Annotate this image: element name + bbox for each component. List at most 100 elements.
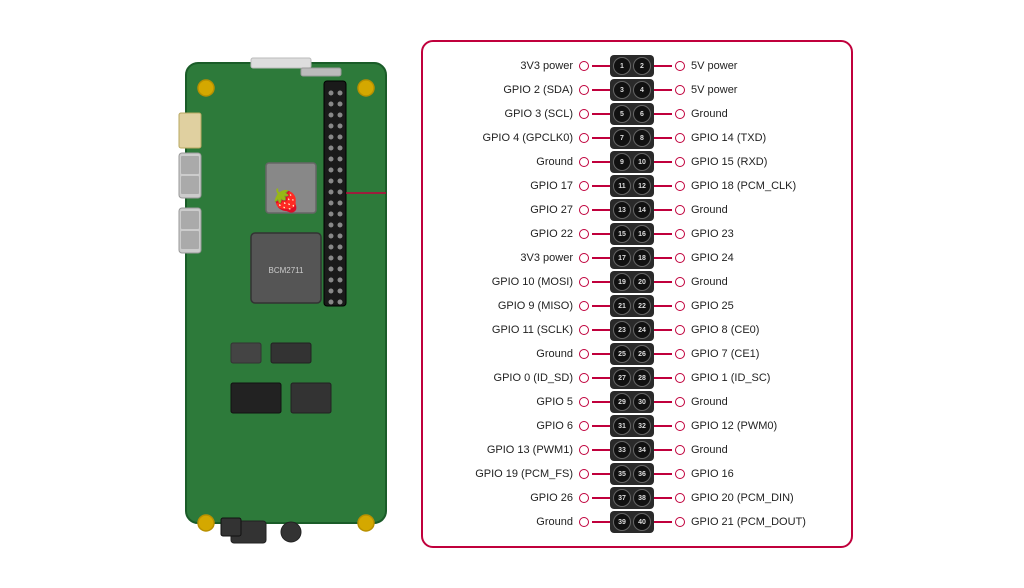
right-pin-number: 30 bbox=[633, 393, 651, 411]
right-pin-label: GPIO 21 (PCM_DOUT) bbox=[685, 516, 835, 528]
svg-text:🍓: 🍓 bbox=[272, 188, 299, 213]
pin-number-block: 3940 bbox=[610, 511, 654, 533]
right-pin-label: GPIO 1 (ID_SC) bbox=[685, 372, 835, 384]
left-pin-number: 23 bbox=[613, 321, 631, 339]
left-pin-number: 25 bbox=[613, 345, 631, 363]
pin-row: GPIO 52930Ground bbox=[439, 390, 835, 414]
left-line bbox=[592, 89, 610, 91]
right-pin-label: GPIO 16 bbox=[685, 468, 835, 480]
left-pin-number: 1 bbox=[613, 57, 631, 75]
right-pin-number: 8 bbox=[633, 129, 651, 147]
gpio-diagram: 3V3 power125V powerGPIO 2 (SDA)345V powe… bbox=[421, 40, 853, 548]
right-line bbox=[654, 305, 672, 307]
pin-row: GPIO 4 (GPCLK0)78GPIO 14 (TXD) bbox=[439, 126, 835, 150]
right-pin-label: Ground bbox=[685, 276, 835, 288]
pin-number-block: 1314 bbox=[610, 199, 654, 221]
left-pin-number: 35 bbox=[613, 465, 631, 483]
right-pin-label: 5V power bbox=[685, 60, 835, 72]
right-pin-dot bbox=[675, 301, 685, 311]
right-line bbox=[654, 161, 672, 163]
right-pin-label: GPIO 14 (TXD) bbox=[685, 132, 835, 144]
pin-row: GPIO 27 1314 Ground bbox=[439, 198, 835, 222]
pin-number-block: 3738 bbox=[610, 487, 654, 509]
right-pin-label: GPIO 7 (CE1) bbox=[685, 348, 835, 360]
pin-number-block: 910 bbox=[610, 151, 654, 173]
left-pin-dot bbox=[579, 349, 589, 359]
left-pin-dot bbox=[579, 109, 589, 119]
left-pin-label: 3V3 power bbox=[439, 252, 579, 264]
left-pin-label: GPIO 5 bbox=[439, 396, 579, 408]
left-line bbox=[592, 377, 610, 379]
right-line bbox=[654, 353, 672, 355]
right-line bbox=[654, 65, 672, 67]
left-pin-label: GPIO 6 bbox=[439, 420, 579, 432]
right-pin-label: GPIO 8 (CE0) bbox=[685, 324, 835, 336]
left-line bbox=[592, 65, 610, 67]
pin-number-block: 1112 bbox=[610, 175, 654, 197]
left-line bbox=[592, 425, 610, 427]
left-line bbox=[592, 257, 610, 259]
left-pin-number: 7 bbox=[613, 129, 631, 147]
left-pin-dot bbox=[579, 397, 589, 407]
left-pin-dot bbox=[579, 517, 589, 527]
left-pin-label: GPIO 2 (SDA) bbox=[439, 84, 579, 96]
left-pin-label: GPIO 3 (SCL) bbox=[439, 108, 579, 120]
left-line bbox=[592, 113, 610, 115]
left-line bbox=[592, 185, 610, 187]
pin-row: Ground 910 GPIO 15 (RXD) bbox=[439, 150, 835, 174]
left-pin-label: GPIO 27 bbox=[439, 204, 579, 216]
right-pin-label: Ground bbox=[685, 396, 835, 408]
pin-row: Ground 3940 GPIO 21 (PCM_DOUT) bbox=[439, 510, 835, 534]
right-pin-dot bbox=[675, 85, 685, 95]
right-pin-label: GPIO 20 (PCM_DIN) bbox=[685, 492, 835, 504]
pin-number-block: 2324 bbox=[610, 319, 654, 341]
right-line bbox=[654, 281, 672, 283]
left-pin-number: 13 bbox=[613, 201, 631, 219]
right-pin-label: GPIO 23 bbox=[685, 228, 835, 240]
left-pin-label: Ground bbox=[439, 516, 579, 528]
left-pin-label: GPIO 0 (ID_SD) bbox=[439, 372, 579, 384]
left-line bbox=[592, 233, 610, 235]
right-line bbox=[654, 89, 672, 91]
pi-board: BCM2711 🍓 bbox=[171, 33, 401, 556]
left-line bbox=[592, 329, 610, 331]
left-pin-dot bbox=[579, 277, 589, 287]
left-pin-label: GPIO 22 bbox=[439, 228, 579, 240]
left-pin-number: 19 bbox=[613, 273, 631, 291]
right-pin-number: 26 bbox=[633, 345, 651, 363]
left-pin-label: GPIO 17 bbox=[439, 180, 579, 192]
right-pin-number: 20 bbox=[633, 273, 651, 291]
right-pin-number: 28 bbox=[633, 369, 651, 387]
left-pin-number: 39 bbox=[613, 513, 631, 531]
right-pin-dot bbox=[675, 277, 685, 287]
right-pin-number: 38 bbox=[633, 489, 651, 507]
right-pin-number: 2 bbox=[633, 57, 651, 75]
left-line bbox=[592, 521, 610, 523]
right-line bbox=[654, 329, 672, 331]
left-pin-label: GPIO 26 bbox=[439, 492, 579, 504]
right-line bbox=[654, 521, 672, 523]
right-pin-dot bbox=[675, 229, 685, 239]
right-pin-number: 18 bbox=[633, 249, 651, 267]
pin-row: 3V3 power125V power bbox=[439, 54, 835, 78]
right-line bbox=[654, 209, 672, 211]
pin-number-block: 56 bbox=[610, 103, 654, 125]
right-pin-dot bbox=[675, 181, 685, 191]
right-pin-dot bbox=[675, 133, 685, 143]
left-line bbox=[592, 401, 610, 403]
pin-row: Ground2526GPIO 7 (CE1) bbox=[439, 342, 835, 366]
svg-text:BCM2711: BCM2711 bbox=[269, 266, 305, 275]
left-pin-dot bbox=[579, 181, 589, 191]
pin-number-block: 1920 bbox=[610, 271, 654, 293]
right-pin-label: 5V power bbox=[685, 84, 835, 96]
pin-row: GPIO 10 (MOSI)1920Ground bbox=[439, 270, 835, 294]
right-pin-label: Ground bbox=[685, 444, 835, 456]
right-pin-label: GPIO 15 (RXD) bbox=[685, 156, 835, 168]
left-pin-label: GPIO 9 (MISO) bbox=[439, 300, 579, 312]
left-pin-dot bbox=[579, 229, 589, 239]
right-line bbox=[654, 185, 672, 187]
right-line bbox=[654, 137, 672, 139]
right-line bbox=[654, 257, 672, 259]
left-pin-label: Ground bbox=[439, 156, 579, 168]
right-pin-label: Ground bbox=[685, 204, 835, 216]
